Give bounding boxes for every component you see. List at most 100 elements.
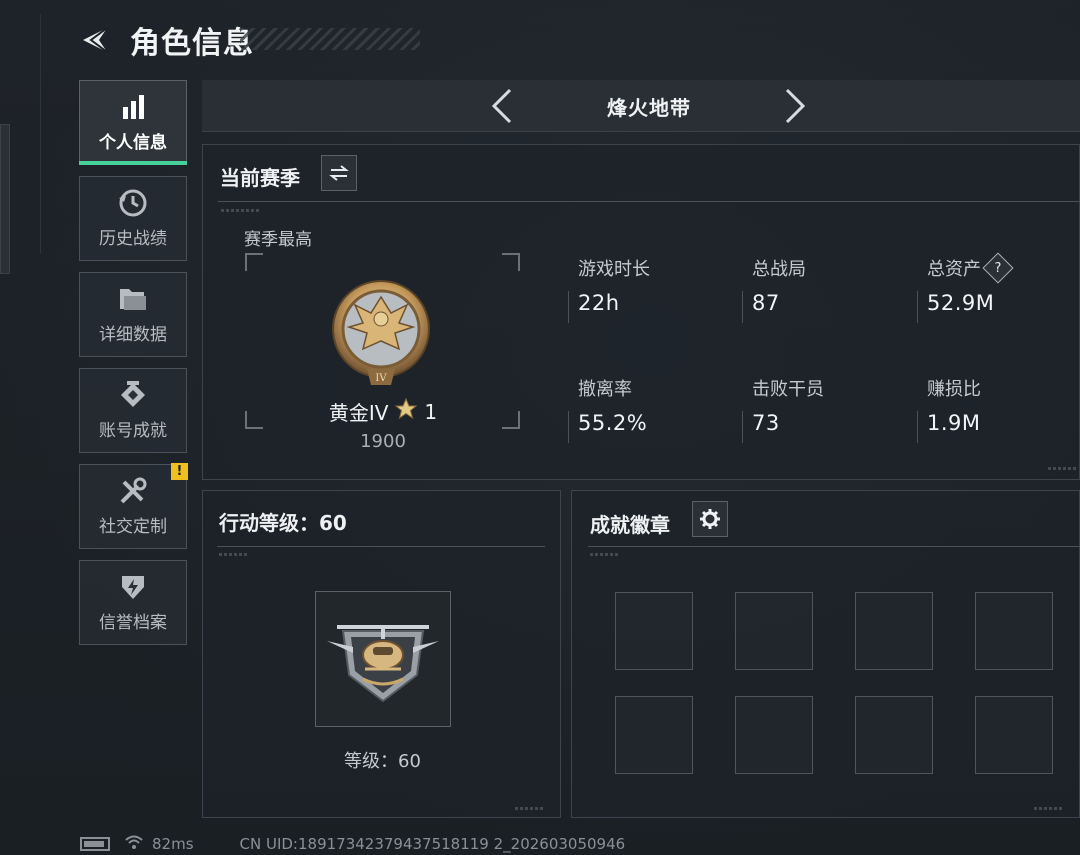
- back-arrow-icon[interactable]: [78, 23, 112, 57]
- stat-value: 55.2%: [578, 411, 648, 435]
- chevron-right-icon[interactable]: [777, 88, 813, 124]
- stat-label-text: 总资产: [927, 259, 981, 280]
- season-panel: 当前赛季 赛季最高 IV 黄金IV 1 1900 游戏时长 22h 总战局 87…: [202, 144, 1080, 480]
- rank-name: 黄金IV: [328, 401, 389, 425]
- stat-label: 总战局: [752, 259, 806, 280]
- divider: [742, 291, 743, 323]
- page-title: 角色信息: [130, 26, 254, 61]
- tick-decor: [1048, 467, 1078, 470]
- history-clock-icon: [118, 188, 148, 218]
- badge-settings-button[interactable]: [692, 501, 728, 537]
- stat-label: 撤离率: [578, 379, 632, 400]
- help-icon[interactable]: ?: [982, 252, 1014, 284]
- stat-total-assets: 总资产 ? 52.9M: [917, 252, 1077, 323]
- title-hatch-decor: [240, 28, 420, 50]
- helicopter-emblem-icon: [327, 625, 439, 703]
- status-bar: 82ms CN UID:18917342379437518119 2_20260…: [80, 833, 625, 855]
- sidebar-item-social-custom[interactable]: 社交定制 !: [79, 463, 188, 549]
- stat-operators-defeated: 击败干员 73: [742, 375, 902, 443]
- level-panel: 行动等级：60 等级：60: [202, 490, 561, 818]
- header: 角色信息: [78, 18, 254, 62]
- stat-value: 52.9M: [927, 291, 995, 315]
- badge-slot[interactable]: [615, 696, 693, 774]
- sidebar-item-label: 个人信息: [99, 133, 167, 153]
- stat-play-time: 游戏时长 22h: [568, 255, 728, 323]
- sidebar-item-detailed-data[interactable]: 详细数据: [79, 272, 187, 357]
- level-panel-title: 行动等级：60: [219, 511, 347, 535]
- frame-corner: [502, 253, 520, 271]
- divider: [742, 411, 743, 443]
- tick-decor: [219, 553, 249, 556]
- stat-extraction-rate: 撤离率 55.2%: [568, 375, 728, 443]
- stat-value: 87: [752, 291, 780, 315]
- divider: [568, 291, 569, 323]
- badge-slot[interactable]: [615, 592, 693, 670]
- stat-value: 22h: [578, 291, 620, 315]
- tools-icon: [118, 476, 148, 506]
- sidebar-item-achievements[interactable]: 账号成就: [79, 368, 187, 453]
- badge-slot[interactable]: [975, 592, 1053, 670]
- swap-icon: [329, 165, 349, 181]
- divider: [917, 411, 918, 443]
- stat-profit-loss-ratio: 赚损比 1.9M: [917, 375, 1077, 443]
- stat-value: 1.9M: [927, 411, 981, 435]
- folder-icon: [118, 284, 148, 314]
- achievement-diamond-icon: [118, 380, 148, 410]
- bar-chart-icon: [118, 92, 148, 122]
- frame-corner: [245, 253, 263, 271]
- badge-panel-title: 成就徽章: [590, 513, 670, 537]
- stat-label: 总资产 ?: [927, 252, 1077, 284]
- rank-stars: 1: [424, 399, 438, 424]
- badge-slot[interactable]: [735, 592, 813, 670]
- stat-label: 击败干员: [752, 379, 824, 400]
- star-icon: [394, 397, 418, 426]
- rank-line: 黄金IV 1: [245, 397, 521, 426]
- badge-panel: 成就徽章: [571, 490, 1080, 818]
- wifi-icon: [124, 834, 144, 854]
- mode-selector: 烽火地带: [202, 80, 1080, 132]
- badge-slot[interactable]: [855, 592, 933, 670]
- level-emblem-frame: [315, 591, 451, 727]
- stat-label: 赚损比: [927, 379, 981, 400]
- battery-icon: [80, 837, 110, 851]
- season-best-label: 赛季最高: [244, 230, 312, 250]
- sidebar-item-personal-info[interactable]: 个人信息: [79, 80, 187, 165]
- tick-decor: [221, 209, 261, 212]
- rank-emblem: IV: [329, 275, 433, 389]
- stat-value: 73: [752, 411, 780, 435]
- rank-points: 1900: [360, 431, 406, 452]
- gear-icon: [700, 509, 720, 529]
- chevron-left-icon[interactable]: [484, 88, 520, 124]
- stat-total-matches: 总战局 87: [742, 255, 902, 323]
- warning-badge: !: [171, 463, 188, 480]
- tick-decor: [1034, 807, 1064, 810]
- badge-slot[interactable]: [975, 696, 1053, 774]
- divider: [917, 291, 918, 323]
- rank-numeral: IV: [375, 373, 387, 384]
- season-panel-title: 当前赛季: [220, 166, 300, 190]
- stat-label: 游戏时长: [578, 259, 650, 280]
- edge-tab: [0, 124, 10, 274]
- sidebar-item-label: 详细数据: [99, 325, 167, 345]
- sidebar-item-label: 历史战绩: [99, 229, 167, 249]
- divider: [217, 546, 545, 547]
- divider: [588, 546, 1080, 547]
- divider: [568, 411, 569, 443]
- sidebar-item-label: 账号成就: [99, 421, 167, 441]
- tick-decor: [515, 807, 545, 810]
- ping-text: 82ms: [152, 835, 194, 853]
- divider: [218, 201, 1080, 202]
- uid-text: CN UID:18917342379437518119 2_2026030509…: [239, 835, 626, 853]
- sidebar-item-reputation[interactable]: 信誉档案: [79, 560, 187, 645]
- badge-slot[interactable]: [735, 696, 813, 774]
- switch-season-button[interactable]: [321, 155, 357, 191]
- sidebar-item-label: 社交定制: [99, 517, 167, 537]
- shield-bolt-icon: [118, 572, 148, 602]
- tick-decor: [590, 553, 620, 556]
- sidebar: 个人信息 历史战绩 详细数据 账号成就 社交定制 ! 信誉档案: [79, 80, 188, 656]
- mode-name: 烽火地带: [607, 96, 691, 120]
- decor-line: [40, 14, 41, 254]
- sidebar-item-history[interactable]: 历史战绩: [79, 176, 187, 261]
- sidebar-item-label: 信誉档案: [99, 613, 167, 633]
- badge-slot[interactable]: [855, 696, 933, 774]
